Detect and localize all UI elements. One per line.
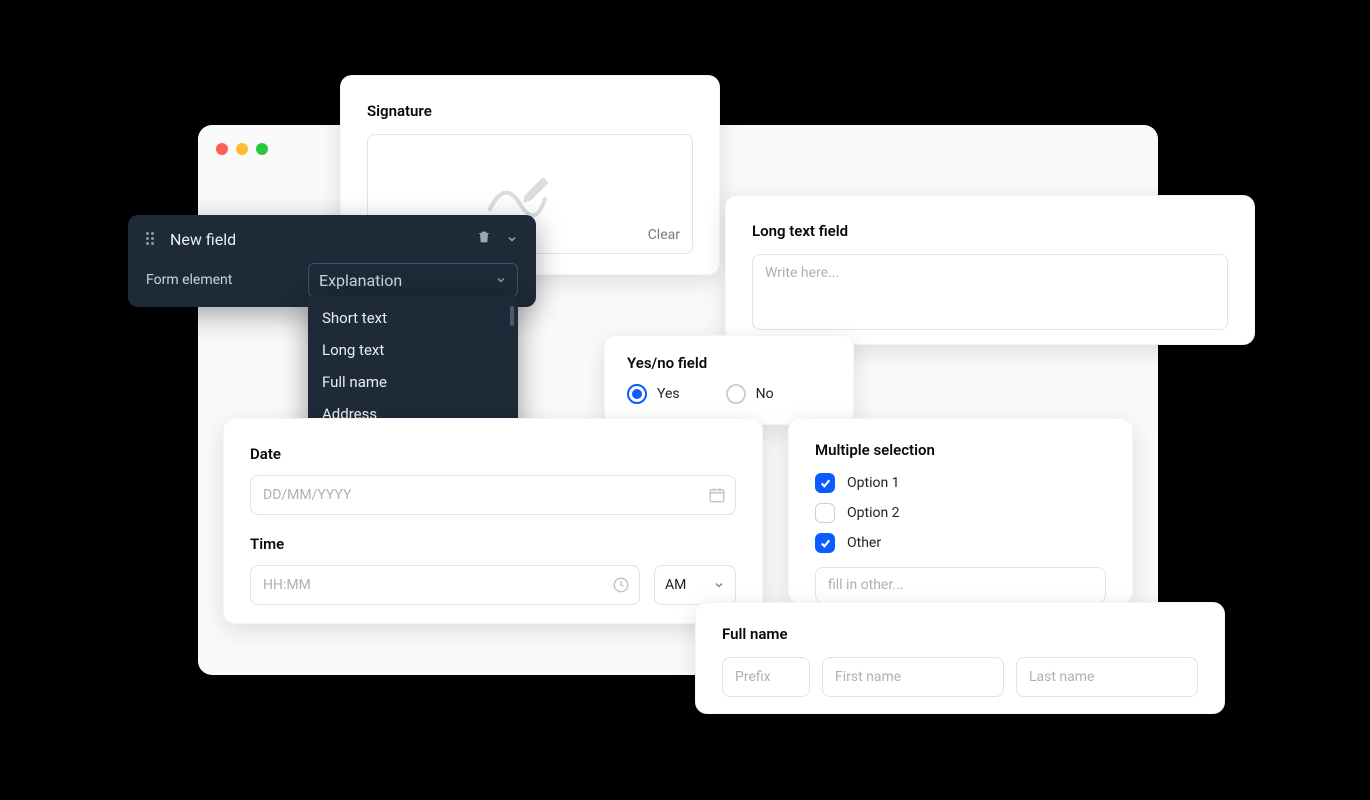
yes-label: Yes (657, 386, 680, 402)
chevron-down-icon (495, 274, 507, 286)
window-controls (216, 143, 268, 155)
minimize-icon[interactable] (236, 143, 248, 155)
checkbox-option-1[interactable]: Option 1 (815, 473, 1106, 493)
form-element-select[interactable]: Explanation (308, 263, 518, 297)
calendar-icon[interactable] (708, 486, 726, 504)
other-input[interactable] (815, 567, 1106, 603)
date-time-card: Date Time AM (223, 418, 763, 624)
checkbox-option-other[interactable]: Other (815, 533, 1106, 553)
trash-icon[interactable] (476, 229, 492, 249)
multiple-selection-title: Multiple selection (815, 441, 1106, 459)
checkbox-unchecked-icon (815, 503, 835, 523)
ampm-value: AM (665, 577, 686, 593)
scrollbar[interactable] (510, 306, 514, 326)
yesno-title: Yes/no field (627, 354, 831, 372)
date-label: Date (250, 445, 736, 463)
last-name-input[interactable] (1016, 657, 1198, 697)
full-name-title: Full name (722, 625, 1198, 643)
no-radio[interactable]: No (726, 384, 774, 404)
radio-unchecked-icon (726, 384, 746, 404)
checkbox-checked-icon (815, 473, 835, 493)
clock-icon[interactable] (612, 576, 630, 594)
signature-clear-button[interactable]: Clear (648, 227, 680, 243)
maximize-icon[interactable] (256, 143, 268, 155)
signature-scribble-icon (485, 169, 575, 219)
new-field-title: New field (170, 230, 236, 249)
new-field-panel: New field Form element Explanation (128, 215, 536, 307)
longtext-input[interactable] (752, 254, 1228, 330)
no-label: No (756, 386, 774, 402)
drag-handle-icon[interactable] (146, 232, 160, 246)
checkbox-option-2[interactable]: Option 2 (815, 503, 1106, 523)
full-name-card: Full name (695, 602, 1225, 714)
option-label: Option 2 (847, 505, 900, 521)
close-icon[interactable] (216, 143, 228, 155)
longtext-card: Long text field (725, 195, 1255, 345)
longtext-title: Long text field (752, 222, 1228, 240)
option-label: Option 1 (847, 475, 900, 491)
option-label: Other (847, 535, 881, 551)
date-input[interactable] (250, 475, 736, 515)
first-name-input[interactable] (822, 657, 1004, 697)
dropdown-item-long-text[interactable]: Long text (308, 334, 518, 366)
yes-radio[interactable]: Yes (627, 384, 680, 404)
form-element-select-value: Explanation (319, 271, 402, 290)
chevron-down-icon[interactable] (506, 230, 518, 249)
radio-checked-icon (627, 384, 647, 404)
dropdown-item-full-name[interactable]: Full name (308, 366, 518, 398)
ampm-select[interactable]: AM (654, 565, 736, 605)
yesno-card: Yes/no field Yes No (604, 335, 854, 425)
dropdown-item-short-text[interactable]: Short text (308, 302, 518, 334)
chevron-down-icon (713, 579, 725, 591)
signature-title: Signature (367, 102, 693, 120)
time-label: Time (250, 535, 736, 553)
prefix-input[interactable] (722, 657, 810, 697)
multiple-selection-card: Multiple selection Option 1 Option 2 Oth… (788, 418, 1133, 604)
time-input[interactable] (250, 565, 640, 605)
form-element-label: Form element (146, 272, 232, 288)
checkbox-checked-icon (815, 533, 835, 553)
